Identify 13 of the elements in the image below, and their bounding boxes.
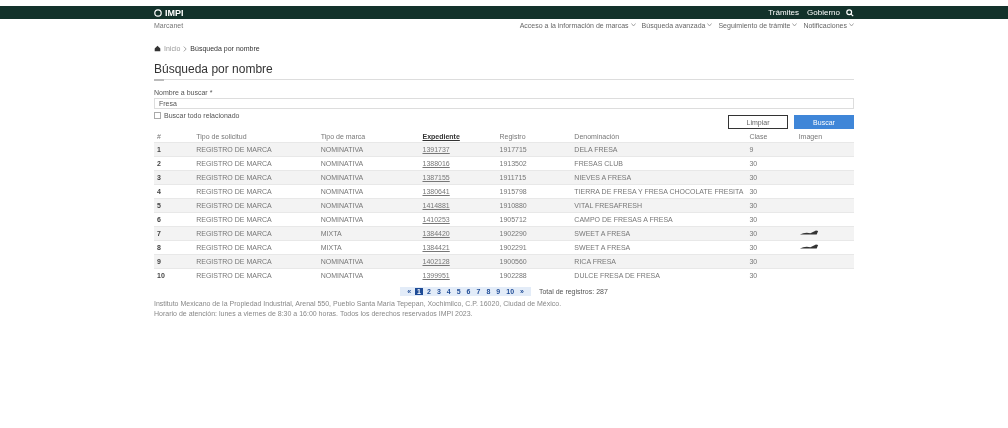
caret-icon: [707, 23, 713, 27]
caret-icon: [630, 23, 636, 27]
chevron-icon: [183, 45, 188, 52]
caret-icon: [849, 23, 854, 27]
header-link[interactable]: Trámites: [768, 8, 800, 17]
logo-text: IMPI: [165, 7, 184, 18]
caret-icon: [792, 23, 798, 27]
emblem-icon: [154, 8, 162, 17]
search-icon[interactable]: [846, 8, 854, 17]
header-link[interactable]: Gobierno: [807, 8, 840, 17]
page-title: Búsqueda por nombre: [154, 62, 854, 80]
home-icon[interactable]: [154, 45, 161, 52]
checkbox[interactable]: [154, 112, 161, 119]
